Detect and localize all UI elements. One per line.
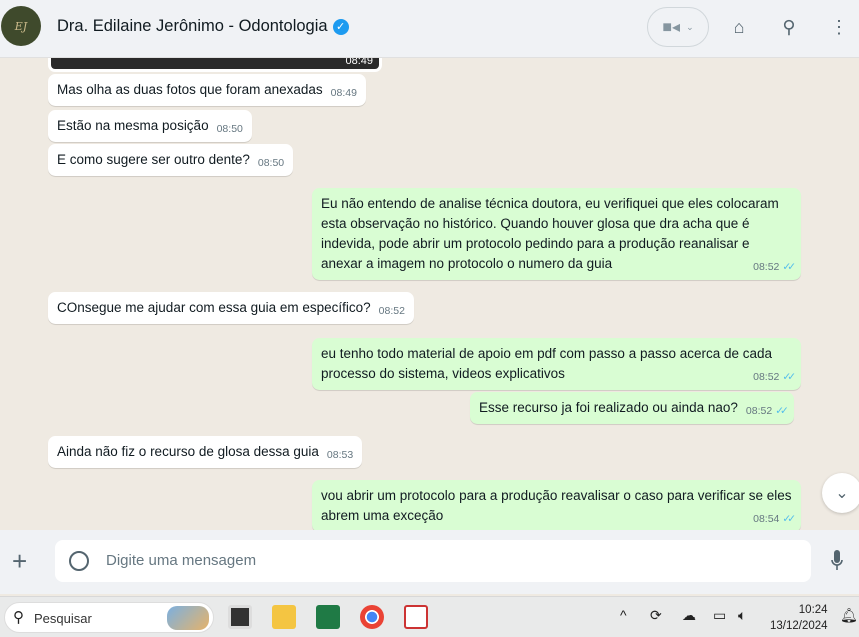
message-time: 08:49 <box>345 58 373 67</box>
message-list: 08:49 Mas olha as duas fotos que foram a… <box>0 58 859 538</box>
message-incoming: Mas olha as duas fotos que foram anexada… <box>48 74 366 106</box>
message-text: Eu não entendo de analise técnica doutor… <box>321 196 779 271</box>
task-view-icon[interactable] <box>228 605 252 629</box>
clock[interactable]: 10:24 13/12/2024 <box>770 602 828 634</box>
message-text: Ainda não fiz o recurso de glosa dessa g… <box>57 444 319 459</box>
message-incoming: E como sugere ser outro dente? 08:50 <box>48 144 294 176</box>
read-check-icon: ✓✓ <box>782 371 795 383</box>
notification-bell-icon[interactable]: 🔔︎ <box>840 607 858 624</box>
message-time: 08:53 <box>326 449 354 461</box>
search-label: Pesquisar <box>34 611 92 626</box>
message-outgoing: Esse recurso ja foi realizado ou ainda n… <box>470 392 794 424</box>
read-check-icon: ✓✓ <box>775 405 788 417</box>
sync-icon[interactable]: ⟳ <box>650 607 662 624</box>
contact-name-text: Dra. Edilaine Jerônimo - Odontologia <box>57 17 328 35</box>
message-text: COnsegue me ajudar com essa guia em espe… <box>57 300 371 315</box>
message-time: 08:52 <box>745 405 773 417</box>
message-text: eu tenho todo material de apoio em pdf c… <box>321 346 773 381</box>
clock-date: 13/12/2024 <box>770 620 828 632</box>
message-time: 08:49 <box>330 87 357 99</box>
message-time: 08:50 <box>216 123 243 135</box>
image-message[interactable]: 08:49 <box>48 58 382 72</box>
message-time: 08:52 <box>378 305 405 317</box>
microphone-icon[interactable] <box>831 550 843 572</box>
message-meta: 08:52 ✓✓ <box>753 260 796 274</box>
network-icon[interactable]: ▭ <box>713 607 726 624</box>
sticker-emoji-icon[interactable] <box>69 551 89 571</box>
composer: + Digite uma mensagem <box>0 530 859 594</box>
message-time: 08:52 <box>753 261 780 273</box>
message-incoming: Estão na mesma posição 08:50 <box>48 110 252 142</box>
message-incoming: COnsegue me ajudar com essa guia em espe… <box>48 292 414 324</box>
message-text: E como sugere ser outro dente? <box>57 152 250 167</box>
message-text: Estão na mesma posição <box>57 118 209 133</box>
store-icon[interactable]: ⌂ <box>726 14 752 40</box>
volume-icon[interactable]: 🔈︎ <box>738 607 746 624</box>
message-outgoing: vou abrir um protocolo para a produção r… <box>312 480 801 532</box>
scroll-down-button[interactable]: ⌄ <box>822 473 859 513</box>
message-input-placeholder: Digite uma mensagem <box>106 552 257 569</box>
message-outgoing: Eu não entendo de analise técnica doutor… <box>312 188 801 280</box>
chrome-icon[interactable] <box>360 605 384 629</box>
message-meta: 08:52 ✓✓ <box>745 404 789 418</box>
message-time: 08:52 <box>753 371 780 383</box>
contact-name[interactable]: Dra. Edilaine Jerônimo - Odontologia ✓ <box>57 17 349 36</box>
chat-header: EJ Dra. Edilaine Jerônimo - Odontologia ✓… <box>0 0 859 58</box>
chevron-down-icon: ⌄ <box>686 21 694 32</box>
search-highlight-image <box>167 606 209 630</box>
message-meta: 08:52 ✓✓ <box>753 370 796 384</box>
taskbar-search[interactable]: ⚲ Pesquisar <box>4 602 214 633</box>
message-text: Mas olha as duas fotos que foram anexada… <box>57 82 323 97</box>
read-check-icon: ✓✓ <box>782 261 795 273</box>
message-input[interactable]: Digite uma mensagem <box>55 540 811 582</box>
video-camera-icon: ■◂ <box>662 19 681 36</box>
show-hidden-icons-chevron-icon[interactable]: ^ <box>620 607 627 623</box>
video-call-button[interactable]: ■◂ ⌄ <box>647 7 709 47</box>
attach-plus-icon[interactable]: + <box>12 548 27 574</box>
menu-icon[interactable]: ⋮ <box>826 14 852 40</box>
message-text: Esse recurso ja foi realizado ou ainda n… <box>479 400 738 415</box>
cloud-offline-icon[interactable]: ☁ <box>682 607 696 624</box>
clock-time: 10:24 <box>798 604 828 616</box>
message-text: vou abrir um protocolo para a produção r… <box>321 488 792 523</box>
contact-avatar[interactable]: EJ <box>1 6 41 46</box>
chevron-down-icon: ⌄ <box>835 485 849 502</box>
message-time: 08:54 <box>753 513 780 525</box>
read-check-icon: ✓✓ <box>782 513 795 525</box>
message-outgoing: eu tenho todo material de apoio em pdf c… <box>312 338 801 390</box>
message-incoming: Ainda não fiz o recurso de glosa dessa g… <box>48 436 363 468</box>
file-explorer-icon[interactable] <box>272 605 296 629</box>
message-meta: 08:54 ✓✓ <box>753 512 796 526</box>
verified-badge-icon: ✓ <box>332 19 349 35</box>
snipping-tool-icon[interactable] <box>404 605 428 629</box>
excel-icon[interactable] <box>316 605 340 629</box>
search-icon[interactable]: ⚲ <box>776 14 802 40</box>
message-time: 08:50 <box>257 157 285 169</box>
search-icon: ⚲ <box>13 609 24 626</box>
windows-taskbar: ⚲ Pesquisar ^ ⟳ ☁ ▭ 🔈︎ 10:24 13/12/2024 🔔︎ <box>0 596 859 637</box>
